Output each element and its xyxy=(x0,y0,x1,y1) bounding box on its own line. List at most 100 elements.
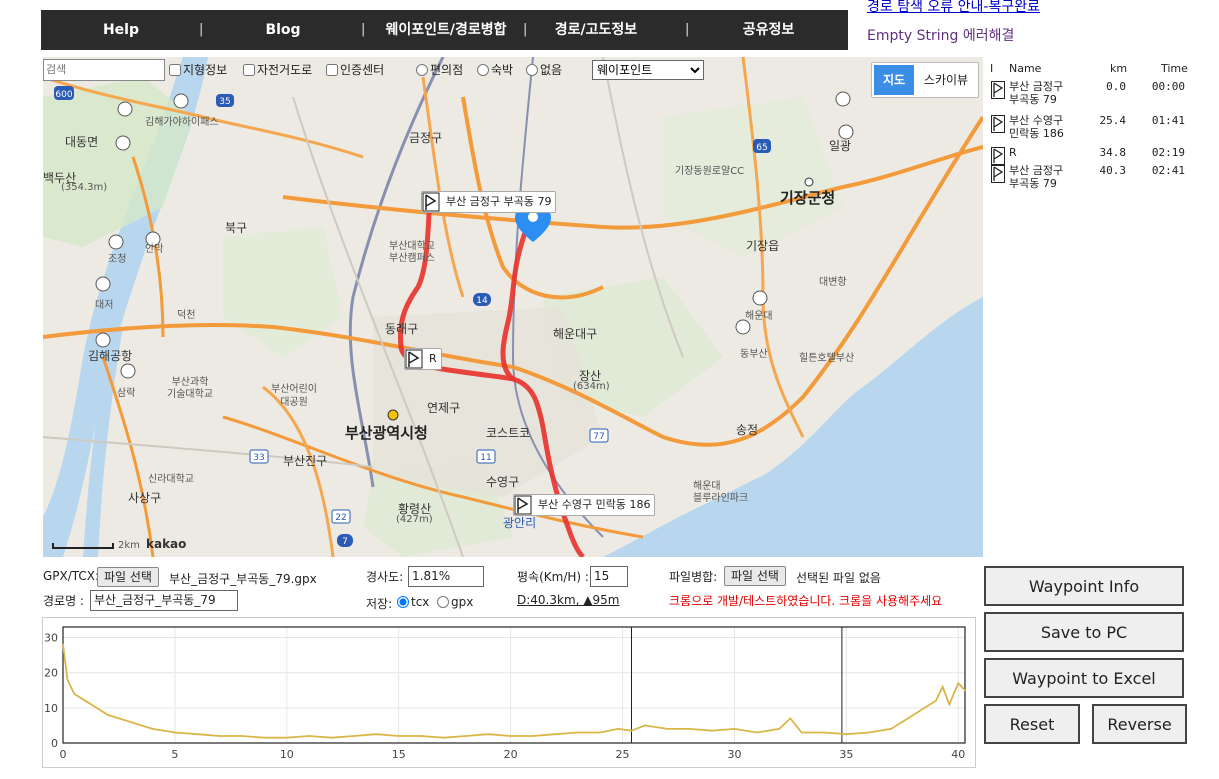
browser-notice: 크롬으로 개발/테스트하였습니다. 크롬을 사용해주세요 xyxy=(669,594,943,608)
elevation-point xyxy=(890,728,892,730)
y-tick-label: 30 xyxy=(44,632,58,645)
elevation-point xyxy=(465,735,467,737)
waypoint-row[interactable]: 부산 금정구 부곡동 79 0.0 00:00 xyxy=(989,80,1189,110)
elevation-point xyxy=(554,733,557,736)
map-label-gwangalli: 광안리 xyxy=(503,516,537,530)
x-tick-label: 35 xyxy=(839,748,853,761)
radio-lodging[interactable]: 숙박 xyxy=(477,61,513,78)
speed-input[interactable]: 15 xyxy=(590,566,628,587)
elevation-point xyxy=(442,736,445,739)
elevation-point xyxy=(630,729,633,732)
marker-label-text: 부산 금정구 부곡동 79 xyxy=(446,195,552,208)
radio-convenience[interactable]: 편의점 xyxy=(416,61,463,78)
map-type-map-button[interactable]: 지도 xyxy=(874,65,914,95)
elevation-point xyxy=(308,735,311,737)
nav-blog[interactable]: Blog xyxy=(243,10,323,50)
x-tick-label: 40 xyxy=(951,748,965,761)
merge-label: 파일병합: xyxy=(669,570,718,584)
nav-separator: | xyxy=(523,22,528,37)
svg-text:7: 7 xyxy=(342,537,348,547)
flag-icon xyxy=(514,495,532,515)
save-to-pc-button[interactable]: Save to PC xyxy=(984,612,1184,652)
top-nav: Help | Blog | 웨이포인트/경로병합 | 경로/고도정보 | 공유정… xyxy=(41,10,848,50)
map-label-songjeong: 송정 xyxy=(736,423,759,437)
elevation-line xyxy=(62,644,966,739)
map-label-suyeong: 수영구 xyxy=(486,475,520,489)
map-label-gijang-office: 기장군청 xyxy=(780,189,836,207)
x-tick-label: 5 xyxy=(171,748,178,761)
checkbox-bike-road[interactable]: 자전거도로 xyxy=(243,61,312,78)
flag-icon xyxy=(991,165,1005,183)
waypoint-name: 부산 금정구 부곡동 79 xyxy=(1009,164,1064,190)
reverse-button[interactable]: Reverse xyxy=(1092,704,1187,744)
map-view[interactable]: 600 35 65 14 33 11 77 22 7 금정구 북구 동래구 해운… xyxy=(43,57,983,557)
waypoint-marker-r[interactable]: R xyxy=(404,348,442,370)
waypoint-row[interactable]: 부산 금정구 부곡동 79 40.3 02:41 xyxy=(989,164,1189,194)
elevation-point xyxy=(62,643,64,646)
nav-share-info[interactable]: 공유정보 xyxy=(721,10,816,50)
notice-link[interactable]: 경로 탐색 오류 안내-복구완료 xyxy=(867,0,1040,16)
map-label-baeksan-height: (354.3m) xyxy=(61,182,108,193)
nav-separator: | xyxy=(199,22,204,37)
gpx-file-button[interactable]: 파일 선택 xyxy=(97,567,159,587)
waypoint-info-button[interactable]: Waypoint Info xyxy=(984,566,1184,606)
checkbox-terrain[interactable]: 지형정보 xyxy=(169,61,227,78)
marker-label-text: R xyxy=(429,352,437,365)
elevation-point xyxy=(644,724,646,727)
route-name-input[interactable]: 부산_금정구_부곡동_79 xyxy=(90,590,238,611)
map-label-buk: 북구 xyxy=(225,221,248,235)
map-label-anmak: 안막 xyxy=(145,244,164,255)
save-tcx-radio[interactable]: tcx xyxy=(397,595,429,609)
elevation-point xyxy=(733,728,736,730)
x-tick-label: 20 xyxy=(504,748,518,761)
elevation-point xyxy=(778,728,781,730)
merge-file-status: 선택된 파일 없음 xyxy=(796,571,881,585)
checkbox-cert-center[interactable]: 인증센터 xyxy=(326,61,384,78)
nav-waypoint-merge[interactable]: 웨이포인트/경로병합 xyxy=(371,10,521,50)
save-gpx-radio[interactable]: gpx xyxy=(437,595,473,609)
waypoint-marker-start[interactable]: 부산 금정구 부곡동 79 xyxy=(421,191,557,213)
waypoint-list: I Name km Time 부산 금정구 부곡동 79 0.0 00:00 부산 수… xyxy=(989,62,1189,190)
svg-text:65: 65 xyxy=(756,143,767,153)
waypoint-select[interactable]: 웨이포인트 xyxy=(592,60,704,80)
y-tick-label: 0 xyxy=(51,737,58,750)
map-label-children-park: 부산어린이 대공원 xyxy=(271,384,317,408)
slope-input[interactable]: 1.81% xyxy=(408,566,484,587)
map-label-yeonje: 연제구 xyxy=(427,401,461,415)
svg-text:33: 33 xyxy=(253,453,264,463)
nav-route-elevation[interactable]: 경로/고도정보 xyxy=(541,10,651,50)
waypoint-km: 25.4 xyxy=(1099,114,1127,127)
map-search-input[interactable] xyxy=(43,59,165,81)
elevation-point xyxy=(789,717,792,720)
waypoint-time: 02:19 xyxy=(1151,146,1185,159)
waypoint-to-excel-button[interactable]: Waypoint to Excel xyxy=(984,658,1184,698)
flag-icon xyxy=(991,81,1005,99)
x-tick-label: 30 xyxy=(727,748,741,761)
waypoint-row[interactable]: 부산 수영구 민락동 186 25.4 01:41 xyxy=(989,114,1189,144)
col-time: Time xyxy=(1161,62,1188,75)
waypoint-marker-end[interactable]: 부산 수영구 민락동 186 xyxy=(513,494,656,516)
radio-none[interactable]: 없음 xyxy=(526,61,562,78)
x-tick-label: 15 xyxy=(392,748,406,761)
merge-file-button[interactable]: 파일 선택 xyxy=(724,566,786,586)
map-label-jochung: 조청 xyxy=(108,254,127,265)
elevation-point xyxy=(218,735,221,737)
map-label-jangsan-height: (634m) xyxy=(573,381,610,392)
map-label-city-hall: 부산광역시청 xyxy=(345,424,428,442)
reset-button[interactable]: Reset xyxy=(984,704,1080,744)
elevation-point xyxy=(397,735,400,737)
map-label-costco: 코스트코 xyxy=(486,426,531,440)
nav-separator: | xyxy=(685,22,690,37)
waypoint-name: 부산 금정구 부곡동 79 xyxy=(1009,80,1064,106)
svg-text:22: 22 xyxy=(335,513,346,523)
gpx-label: GPX/TCX: xyxy=(43,569,100,583)
elevation-point xyxy=(941,685,944,688)
elevation-chart[interactable]: 0 5 10 15 20 25 30 35 40 0 10 20 30 xyxy=(42,617,976,768)
map-type-skyview-button[interactable]: 스카이뷰 xyxy=(916,65,976,95)
nav-help[interactable]: Help xyxy=(81,10,161,50)
flag-icon xyxy=(991,147,1005,165)
flag-icon xyxy=(991,115,1005,133)
waypoint-list-header: I Name km Time xyxy=(989,62,1189,78)
elevation-point xyxy=(617,728,619,730)
checkered-flag-icon xyxy=(422,192,440,212)
